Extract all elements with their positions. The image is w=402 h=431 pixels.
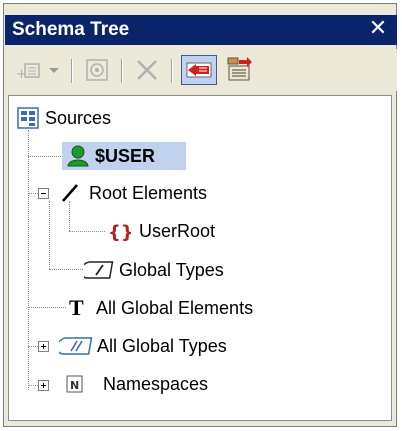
tree-connector [28, 130, 29, 390]
tree-connector [49, 269, 83, 270]
title-bar[interactable]: Schema Tree ✕ [5, 15, 397, 45]
svg-text:N: N [70, 379, 79, 392]
add-element-button[interactable]: + [13, 55, 43, 85]
properties-button[interactable] [81, 55, 113, 85]
expand-toggle[interactable] [38, 380, 49, 391]
all-global-types-icon [59, 337, 93, 355]
dropdown-arrow-icon [49, 68, 59, 73]
delete-icon [137, 60, 157, 80]
sync-selection-button[interactable] [181, 55, 217, 85]
tree-node-label: Namespaces [103, 374, 209, 394]
root-elements-icon [62, 184, 78, 202]
namespace-icon: N [66, 375, 83, 393]
toolbar-separator [121, 59, 123, 83]
schema-tree-options-icon [227, 57, 252, 81]
schema-tree-view[interactable]: Sources $USER Root Elements {} UserRoot … [8, 95, 392, 421]
tree-node-label: Root Elements [89, 183, 208, 203]
tree-connector [28, 156, 63, 157]
tree-connector [28, 385, 38, 386]
expand-toggle[interactable] [38, 341, 49, 352]
collapse-toggle[interactable] [38, 188, 49, 199]
sync-selection-icon [186, 62, 212, 78]
tree-connector [49, 201, 50, 269]
toolbar-separator [71, 59, 73, 83]
window-title: Schema Tree [12, 19, 130, 40]
svg-text:{}: {} [108, 222, 131, 242]
text-t-icon: T [69, 295, 84, 319]
global-types-icon [84, 261, 114, 279]
tree-connector [69, 231, 105, 232]
tree-node-label: Sources [45, 108, 112, 128]
tree-node-label: All Global Types [97, 336, 227, 356]
element-braces-icon: {} [108, 222, 131, 242]
tree-connector [28, 307, 66, 308]
tree-node-label: UserRoot [139, 221, 216, 241]
properties-icon [86, 59, 108, 81]
sources-icon [17, 107, 39, 129]
tree-node-label: All Global Elements [96, 298, 254, 318]
close-button[interactable]: ✕ [367, 17, 389, 41]
delete-button[interactable] [131, 55, 163, 85]
schema-tree-options-button[interactable] [223, 55, 257, 85]
tree-connector [69, 201, 70, 231]
toolbar-separator [171, 59, 173, 83]
tree-connector [28, 346, 38, 347]
add-element-dropdown[interactable] [45, 55, 63, 85]
tree-node-label: $USER [95, 146, 156, 166]
toolbar: + [5, 49, 397, 91]
user-icon [67, 145, 89, 167]
svg-text:T: T [69, 295, 84, 319]
tree-connector [28, 193, 38, 194]
add-element-icon: + [16, 63, 40, 82]
tree-node-label: Global Types [119, 260, 224, 280]
